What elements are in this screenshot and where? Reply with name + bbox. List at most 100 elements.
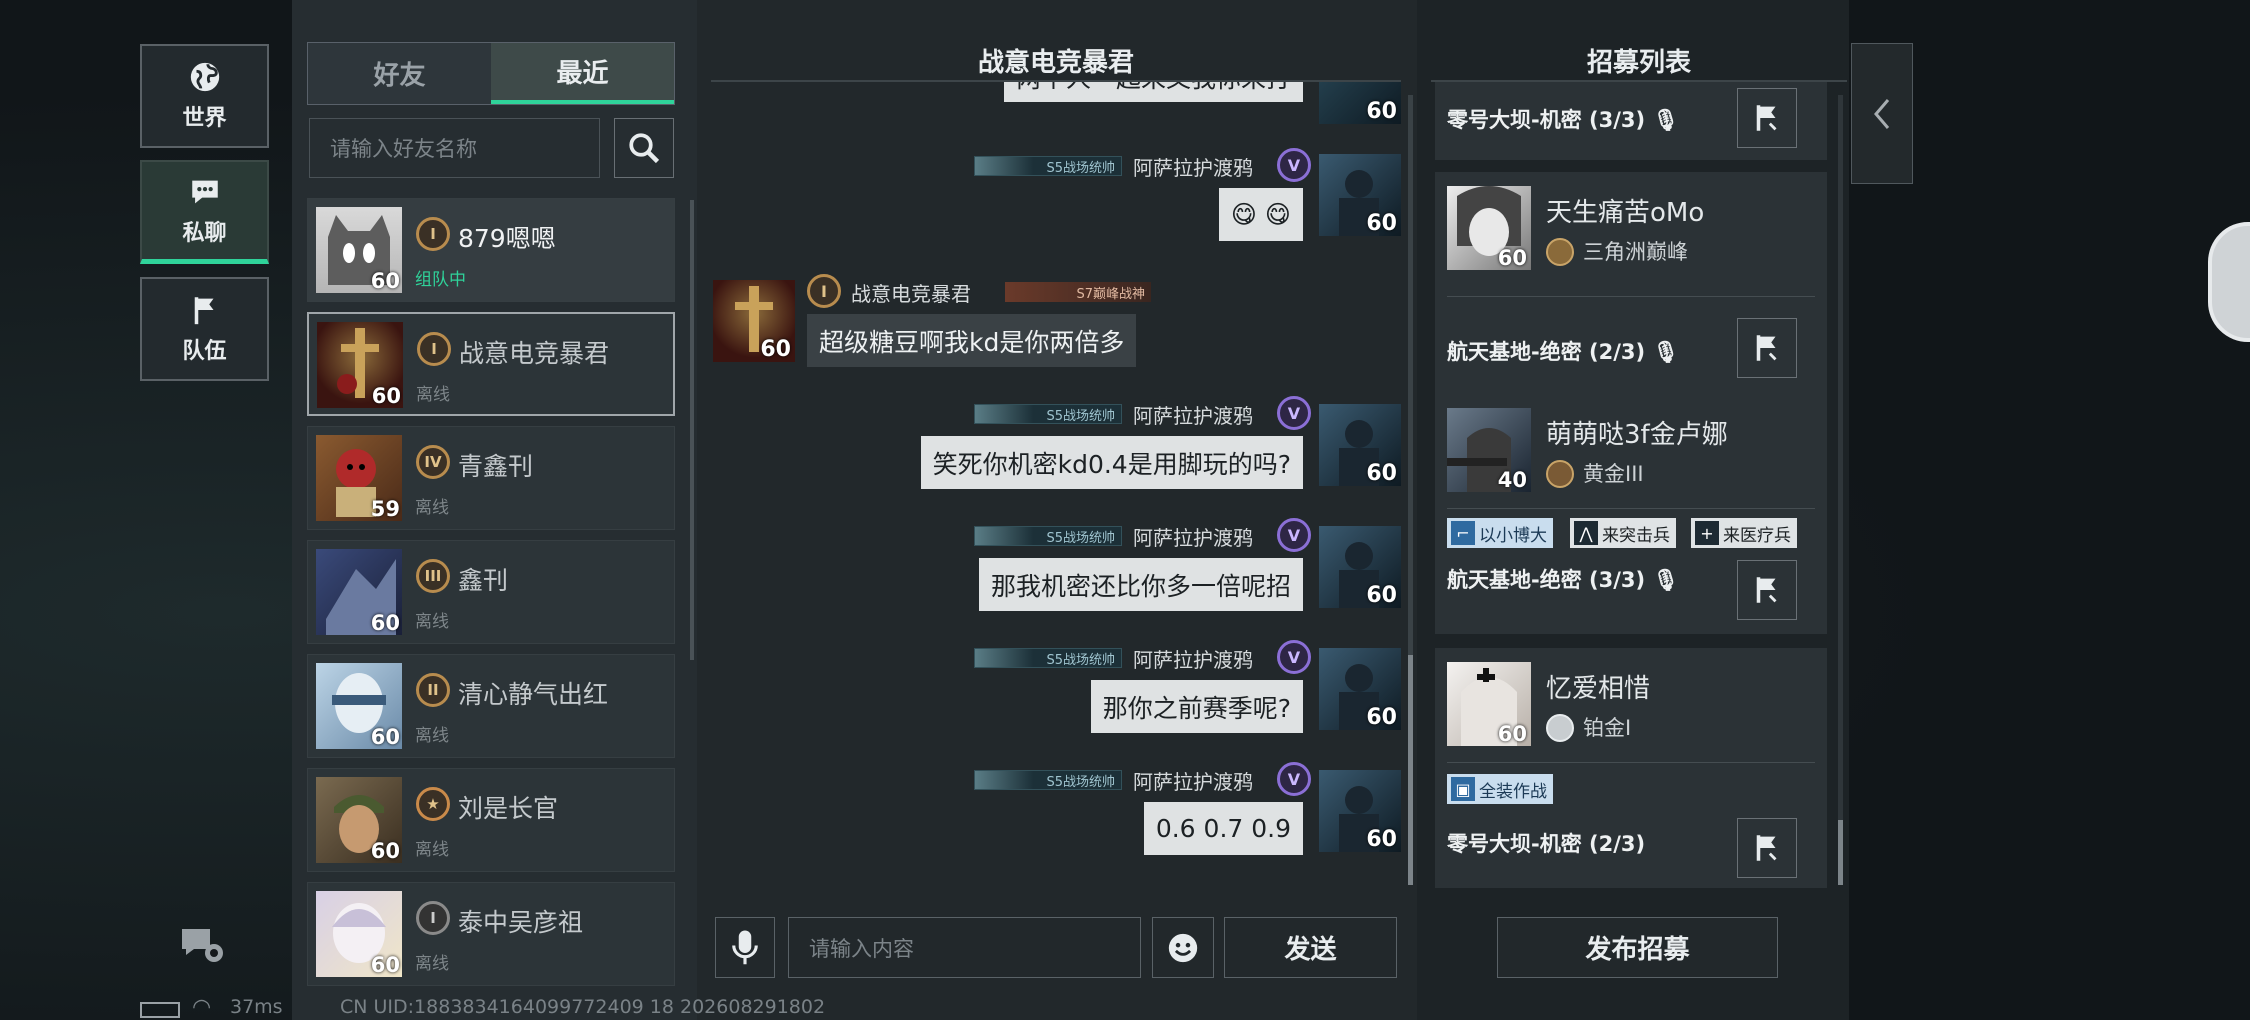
message-bubble: 超级糖豆啊我kd是你两倍多 bbox=[807, 314, 1137, 367]
recruit-scrollbar[interactable] bbox=[1838, 95, 1843, 885]
join-button[interactable] bbox=[1737, 818, 1797, 878]
scroll-thumb[interactable] bbox=[1408, 655, 1413, 885]
friend-item[interactable]: 60 II 清心静气出红 离线 bbox=[307, 654, 675, 758]
title-tag: S7巅峰战神 bbox=[1005, 282, 1151, 302]
sender-name: 阿萨拉护渡鸦 bbox=[1133, 156, 1253, 180]
avatar: 60 bbox=[1319, 526, 1401, 608]
recruiter-name: 忆爱相惜 bbox=[1546, 674, 1651, 704]
recruit-panel: 招募列表 零号大坝-机密 (3/3) 🎙 60 天生痛苦oMo 三角洲巅峰 航天… bbox=[1417, 0, 1849, 1020]
avatar: 60 bbox=[316, 663, 402, 749]
send-button[interactable]: 发送 bbox=[1224, 917, 1397, 978]
emoji-icon bbox=[1168, 933, 1198, 962]
nav-world-label: 世界 bbox=[182, 106, 227, 131]
flag-icon bbox=[1756, 335, 1777, 361]
rank-badge: III bbox=[416, 559, 450, 593]
join-button[interactable] bbox=[1737, 560, 1797, 620]
friends-scrollbar[interactable] bbox=[690, 200, 694, 660]
avatar: 60 bbox=[317, 322, 403, 408]
game-chat-screen: { "nav": { "world_label": "世界", "private… bbox=[0, 0, 2250, 1020]
microphone-icon bbox=[732, 930, 758, 964]
medic-cross-icon: + bbox=[1695, 521, 1719, 545]
friend-level: 60 bbox=[370, 839, 400, 863]
emoji-button[interactable] bbox=[1152, 917, 1214, 978]
full-gear-icon: ▣ bbox=[1451, 777, 1475, 801]
flag-icon bbox=[194, 297, 213, 325]
message-bubble: 笑死你机密kd0.4是用脚玩的吗? bbox=[920, 436, 1303, 489]
rank-badge: I bbox=[416, 901, 450, 935]
avatar: 60 bbox=[1447, 662, 1531, 746]
sender-name: 阿萨拉护渡鸦 bbox=[1133, 648, 1253, 672]
message-bubble: 那你之前赛季呢? bbox=[1090, 680, 1303, 733]
recruit-mode: 航天基地-绝密 (2/3) 🎙 bbox=[1447, 340, 1680, 364]
publish-recruit-button[interactable]: 发布招募 bbox=[1497, 917, 1778, 978]
recruit-card[interactable]: 60 忆爱相惜 铂金I ▣ 全装作战 零号大坝-机密 (2/3) bbox=[1435, 648, 1827, 888]
nav-world-button[interactable]: 世界 bbox=[140, 44, 269, 148]
friend-item[interactable]: 60 ★ 刘是长官 离线 bbox=[307, 768, 675, 872]
friend-item[interactable]: 60 I 879嗯嗯 组队中 bbox=[307, 198, 675, 302]
friend-status: 离线 bbox=[415, 954, 449, 974]
friend-name: 刘是长官 bbox=[458, 794, 559, 823]
chat-scrollbar[interactable] bbox=[1408, 95, 1413, 885]
recruit-list[interactable]: 零号大坝-机密 (3/3) 🎙 60 天生痛苦oMo 三角洲巅峰 航天基地-绝密… bbox=[1417, 82, 1849, 890]
friend-name: 清心静气出红 bbox=[458, 680, 609, 709]
avatar: 60 bbox=[1319, 770, 1401, 852]
recruit-card[interactable]: 40 萌萌哒3f金卢娜 黄金III ⌐ 以小博大 ⋀ 来突击兵 + 来医疗兵 航天基地… bbox=[1435, 394, 1827, 634]
rank-badge: V bbox=[1277, 762, 1311, 796]
recruit-card[interactable]: 60 天生痛苦oMo 三角洲巅峰 航天基地-绝密 (2/3) 🎙 bbox=[1435, 172, 1827, 412]
avatar: 59 bbox=[316, 435, 402, 521]
recruit-mode: 零号大坝-机密 (2/3) bbox=[1447, 832, 1646, 856]
search-button[interactable] bbox=[614, 118, 674, 178]
friend-level: 59 bbox=[370, 497, 400, 521]
friend-item[interactable]: 60 I 泰中吴彦祖 离线 bbox=[307, 882, 675, 986]
nav-private-label: 私聊 bbox=[182, 220, 227, 246]
avatar: 60 bbox=[713, 280, 795, 362]
tab-friends[interactable]: 好友 bbox=[308, 43, 491, 104]
message-bubble: 😋 😋 bbox=[1218, 188, 1303, 241]
search-icon bbox=[629, 133, 660, 164]
rank-icon bbox=[1546, 238, 1574, 266]
message-list[interactable]: 两个人一起来又我你来打 60 S5战场统帅 阿萨拉护渡鸦 V 60 😋 😋 60… bbox=[711, 82, 1401, 890]
flag-icon bbox=[1756, 105, 1777, 131]
message-input[interactable]: 请输入内容 bbox=[788, 917, 1141, 978]
avatar: 60 bbox=[316, 777, 402, 863]
recruit-chip: ▣ 全装作战 bbox=[1447, 774, 1553, 804]
title-tag: S5战场统帅 bbox=[974, 648, 1122, 668]
rank-badge: I bbox=[417, 332, 451, 366]
floating-avatar[interactable] bbox=[2208, 222, 2250, 342]
recruit-chip: + 来医疗兵 bbox=[1691, 518, 1797, 548]
recruit-card[interactable]: 零号大坝-机密 (3/3) 🎙 bbox=[1435, 82, 1827, 160]
title-tag: S5战场统帅 bbox=[974, 770, 1122, 790]
recruit-title: 招募列表 bbox=[1586, 48, 1691, 78]
friend-item[interactable]: 59 IV 青鑫刊 离线 bbox=[307, 426, 675, 530]
avatar: 40 bbox=[1447, 408, 1531, 492]
friend-level: 60 bbox=[370, 269, 400, 293]
friend-search-input[interactable]: 请输入好友名称 bbox=[309, 118, 600, 178]
friend-status: 组队中 bbox=[415, 270, 466, 290]
avatar: 60 bbox=[316, 891, 402, 977]
rank-icon bbox=[1546, 460, 1574, 488]
scroll-thumb[interactable] bbox=[1838, 820, 1843, 885]
tab-recent[interactable]: 最近 bbox=[491, 43, 674, 104]
join-button[interactable] bbox=[1737, 88, 1797, 148]
friend-name: 鑫刊 bbox=[458, 566, 509, 595]
nav-team-button[interactable]: 队伍 bbox=[140, 277, 269, 381]
microphone-icon: 🎙 bbox=[1652, 568, 1680, 592]
join-button[interactable] bbox=[1737, 318, 1797, 378]
rank-badge: I bbox=[416, 217, 450, 251]
friend-name: 泰中吴彦祖 bbox=[458, 908, 584, 937]
friend-item[interactable]: 60 III 鑫刊 离线 bbox=[307, 540, 675, 644]
avatar: 60 bbox=[1319, 648, 1401, 730]
friend-item[interactable]: 60 I 战意电竞暴君 离线 bbox=[307, 312, 675, 416]
assault-icon: ⋀ bbox=[1574, 521, 1598, 545]
friend-name: 战意电竞暴君 bbox=[459, 339, 610, 368]
collapse-button[interactable] bbox=[1851, 43, 1913, 184]
voice-button[interactable] bbox=[715, 917, 775, 978]
chat-settings-icon[interactable] bbox=[180, 925, 226, 965]
message-bubble: 两个人一起来又我你来打 bbox=[1003, 82, 1303, 102]
rank-badge: V bbox=[1277, 148, 1311, 182]
friends-tabs: 好友 最近 bbox=[307, 42, 675, 105]
title-tag: S5战场统帅 bbox=[974, 526, 1122, 546]
rank-badge: II bbox=[416, 673, 450, 707]
nav-private-button[interactable]: 私聊 bbox=[140, 160, 269, 264]
sender-name: 阿萨拉护渡鸦 bbox=[1133, 404, 1253, 428]
